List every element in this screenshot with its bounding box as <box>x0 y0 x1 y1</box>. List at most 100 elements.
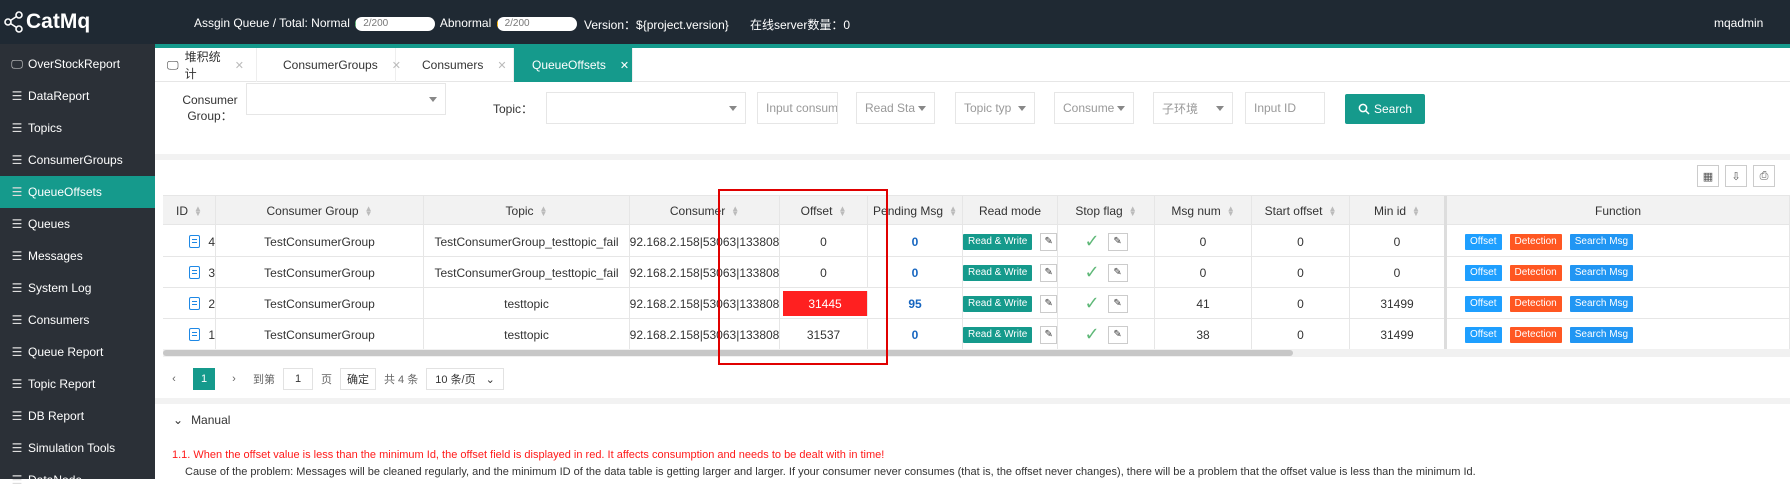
page-size-select[interactable]: 10 条/页 ⌄ <box>426 368 504 390</box>
sort-icon[interactable]: ▲ ▼ <box>1412 205 1420 218</box>
row-id: 1 <box>208 327 215 342</box>
consumer-group-select[interactable] <box>246 83 446 115</box>
offset-button[interactable]: Offset <box>1465 264 1502 281</box>
column-header-msg-num[interactable]: Msg num ▲ ▼ <box>1155 196 1252 226</box>
sidebar-item-db-report[interactable]: ☰ DB Report <box>0 400 155 432</box>
topic-type-select[interactable]: Topic typ <box>955 92 1035 124</box>
column-header-topic[interactable]: Topic ▲ ▼ <box>424 196 630 226</box>
search-button[interactable]: Search <box>1345 94 1425 124</box>
tab-overstock[interactable]: 🖵 堆积统计 ✕ <box>155 48 257 82</box>
column-header-pending-msg[interactable]: Pending Msg ▲ ▼ <box>868 196 963 226</box>
sort-icon[interactable]: ▲ ▼ <box>1227 205 1235 218</box>
sidebar-item-system-log[interactable]: ☰ System Log <box>0 272 155 304</box>
close-icon[interactable]: ✕ <box>620 59 629 72</box>
page-current[interactable]: 1 <box>193 368 215 390</box>
tab-consumers[interactable]: Consumers ✕ <box>396 48 514 82</box>
search-msg-button[interactable]: Search Msg <box>1569 233 1634 250</box>
page-size-value: 10 条/页 <box>435 374 476 386</box>
column-header-read-mode[interactable]: Read mode <box>963 196 1058 226</box>
topic-cell: TestConsumerGroup_testtopic_fail <box>424 257 630 288</box>
sidebar-item-consumergroups[interactable]: ☰ ConsumerGroups <box>0 144 155 176</box>
topic-value: TestConsumerGroup_testtopic_fail <box>434 265 619 280</box>
sort-icon[interactable]: ▲ ▼ <box>540 205 548 218</box>
detail-icon[interactable] <box>189 328 201 341</box>
sidebar-item-topic-report[interactable]: ☰ Topic Report <box>0 368 155 400</box>
id-input[interactable]: Input ID <box>1245 92 1325 124</box>
column-header-label: Consumer <box>669 204 726 218</box>
offset-button[interactable]: Offset <box>1465 233 1502 250</box>
sort-icon[interactable]: ▲ ▼ <box>1328 205 1336 218</box>
sidebar-item-consumers[interactable]: ☰ Consumers <box>0 304 155 336</box>
sort-icon[interactable]: ▲ ▼ <box>1129 205 1137 218</box>
page-input[interactable]: 1 <box>283 368 313 390</box>
list-icon: ☰ <box>11 185 23 199</box>
detection-button[interactable]: Detection <box>1509 295 1562 312</box>
sub-env-select[interactable]: 子环境 <box>1153 92 1233 124</box>
edit-read-mode-icon[interactable]: ✎ <box>1040 294 1057 313</box>
table-header: ID ▲ ▼ Consumer Group ▲ ▼ Topic ▲ ▼ Consumer ▲ ▼ Off… <box>163 195 1790 226</box>
consumer-select[interactable]: Consume <box>1054 92 1134 124</box>
tab-queueoffsets[interactable]: QueueOffsets ✕ <box>514 48 633 82</box>
sidebar-item-queueoffsets[interactable]: ☰ QueueOffsets <box>0 176 155 208</box>
edit-read-mode-icon[interactable]: ✎ <box>1040 263 1057 282</box>
detection-button[interactable]: Detection <box>1509 264 1562 281</box>
sidebar-item-queues[interactable]: ☰ Queues <box>0 208 155 240</box>
column-header-min-id[interactable]: Min id ▲ ▼ <box>1350 196 1447 226</box>
detail-icon[interactable] <box>189 266 201 279</box>
sidebar-item-messages[interactable]: ☰ Messages <box>0 240 155 272</box>
sidebar-item-topics[interactable]: ☰ Topics <box>0 112 155 144</box>
min-id-value: 31499 <box>1380 296 1414 311</box>
column-header-start-offset[interactable]: Start offset ▲ ▼ <box>1252 196 1350 226</box>
offset-button[interactable]: Offset <box>1465 295 1502 312</box>
edit-stop-flag-icon[interactable]: ✎ <box>1107 325 1128 344</box>
tab-consumergroups[interactable]: ConsumerGroups ✕ <box>257 48 401 82</box>
sidebar-item-queue-report[interactable]: ☰ Queue Report <box>0 336 155 368</box>
search-msg-button[interactable]: Search Msg <box>1569 264 1634 281</box>
offset-button[interactable]: Offset <box>1465 326 1502 343</box>
print-icon[interactable]: ⎙ <box>1753 165 1775 187</box>
export-icon[interactable]: ⇩ <box>1725 165 1747 187</box>
next-page-icon[interactable]: › <box>223 368 245 390</box>
consumer-input[interactable]: Input consume <box>757 92 838 124</box>
confirm-button[interactable]: 确定 <box>340 368 376 390</box>
min-id-cell: 31499 <box>1350 319 1447 350</box>
edit-read-mode-icon[interactable]: ✎ <box>1040 232 1057 251</box>
edit-stop-flag-icon[interactable]: ✎ <box>1107 263 1128 282</box>
edit-stop-flag-icon[interactable]: ✎ <box>1107 232 1128 251</box>
horizontal-scrollbar[interactable] <box>163 350 1293 356</box>
edit-stop-flag-icon[interactable]: ✎ <box>1107 294 1128 313</box>
column-header-consumer-group[interactable]: Consumer Group ▲ ▼ <box>216 196 424 226</box>
manual-toggle[interactable]: ⌄ Manual <box>173 413 230 427</box>
sidebar-item-overstockreport[interactable]: 🖵 OverStockReport <box>0 48 155 80</box>
app-logo[interactable]: CatMq <box>4 10 90 34</box>
sort-icon[interactable]: ▲ ▼ <box>949 205 957 218</box>
abnormal-label: Abnormal <box>439 16 492 30</box>
sort-icon[interactable]: ▲ ▼ <box>838 205 846 218</box>
detection-button[interactable]: Detection <box>1509 326 1562 343</box>
prev-page-icon[interactable]: ‹ <box>163 368 185 390</box>
columns-filter-icon[interactable]: ▦ <box>1697 165 1719 187</box>
column-header-offset[interactable]: Offset ▲ ▼ <box>780 196 868 226</box>
close-icon[interactable]: ✕ <box>497 59 506 72</box>
check-icon: ✓ <box>1084 324 1100 344</box>
sidebar-item-datanode[interactable]: ☰ DataNode <box>0 464 155 496</box>
read-status-select[interactable]: Read Sta <box>856 92 935 124</box>
column-header-consumer[interactable]: Consumer ▲ ▼ <box>630 196 780 226</box>
search-msg-button[interactable]: Search Msg <box>1569 295 1634 312</box>
search-msg-button[interactable]: Search Msg <box>1569 326 1634 343</box>
column-header-id[interactable]: ID ▲ ▼ <box>163 196 216 226</box>
sort-icon[interactable]: ▲ ▼ <box>194 205 202 218</box>
sidebar-item-datareport[interactable]: ☰ DataReport <box>0 80 155 112</box>
sidebar-item-simulation-tools[interactable]: ☰ Simulation Tools <box>0 432 155 464</box>
topic-select[interactable] <box>546 92 746 124</box>
detail-icon[interactable] <box>189 235 201 248</box>
column-header-stop-flag[interactable]: Stop flag ▲ ▼ <box>1058 196 1155 226</box>
id-cell: 4 <box>163 226 216 257</box>
user-menu[interactable]: mqadmin <box>1714 16 1763 30</box>
detection-button[interactable]: Detection <box>1509 233 1562 250</box>
edit-read-mode-icon[interactable]: ✎ <box>1040 325 1057 344</box>
detail-icon[interactable] <box>189 297 201 310</box>
sort-icon[interactable]: ▲ ▼ <box>731 205 739 218</box>
close-icon[interactable]: ✕ <box>235 59 244 72</box>
sort-icon[interactable]: ▲ ▼ <box>365 205 373 218</box>
